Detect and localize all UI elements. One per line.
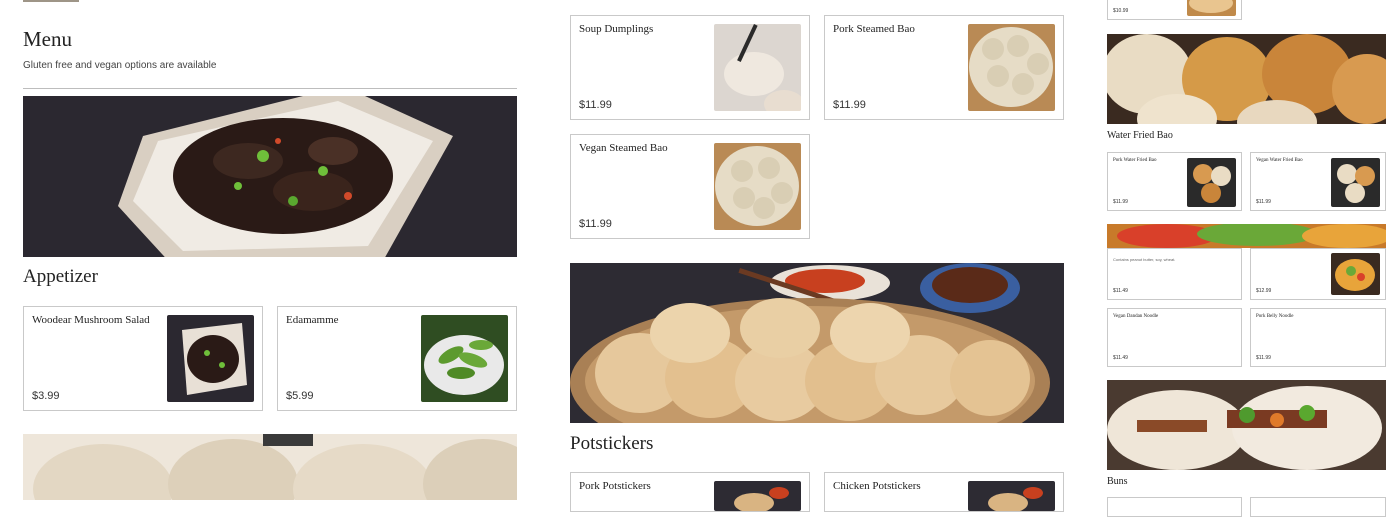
bao-photo bbox=[968, 24, 1055, 111]
dumpling-photo bbox=[714, 24, 801, 111]
menu-item-chicken-potstickers[interactable]: Chicken Potstickers bbox=[824, 472, 1064, 512]
item-name: Pork Potstickers bbox=[579, 480, 651, 492]
appetizer-hero-image bbox=[23, 96, 517, 257]
dumplings-hero-image bbox=[23, 434, 517, 500]
item-price: $12.99 bbox=[1256, 288, 1272, 294]
menu-item-pork-belly-noodle[interactable]: Pork Belly Noodle $11.99 bbox=[1250, 308, 1386, 367]
item-name: Soup Dumplings bbox=[579, 23, 654, 35]
top-accent-bar bbox=[23, 0, 79, 2]
bao-photo bbox=[714, 143, 801, 230]
item-name: Vegan Steamed Bao bbox=[579, 142, 668, 154]
menu-item-noodle-b[interactable]: $12.99 bbox=[1250, 248, 1386, 300]
item-price: $11.99 bbox=[833, 99, 866, 111]
item-price: $11.99 bbox=[1256, 355, 1271, 361]
section-title-buns: Buns bbox=[1107, 476, 1128, 487]
menu-item-pork-potstickers[interactable]: Pork Potstickers bbox=[570, 472, 810, 512]
menu-item-pork-water-fried-bao[interactable]: Pork Water Fried Bao $11.99 bbox=[1107, 152, 1242, 211]
dumpling-photo bbox=[1187, 0, 1236, 16]
menu-item-noodle-a[interactable]: Contains peanut butter, soy, wheat. $11.… bbox=[1107, 248, 1242, 300]
water-fried-bao-hero-image bbox=[1107, 34, 1386, 124]
menu-item-bun-1[interactable] bbox=[1107, 497, 1242, 517]
potsticker-photo bbox=[714, 481, 801, 511]
potsticker-photo bbox=[968, 481, 1055, 511]
item-price: $11.99 bbox=[579, 218, 612, 230]
section-title-water-fried-bao: Water Fried Bao bbox=[1107, 130, 1173, 141]
item-name: Woodear Mushroom Salad bbox=[32, 314, 150, 326]
item-price: $10.99 bbox=[1113, 8, 1129, 14]
item-name: Pork Belly Noodle bbox=[1256, 314, 1294, 319]
noodle-photo bbox=[1331, 253, 1380, 295]
item-note: Contains peanut butter, soy, wheat. bbox=[1113, 257, 1176, 262]
buns-hero-image bbox=[1107, 380, 1386, 470]
item-price: $5.99 bbox=[286, 390, 314, 402]
potstickers-hero-image bbox=[570, 263, 1064, 423]
item-name: Edamamme bbox=[286, 314, 339, 326]
menu-subtitle: Gluten free and vegan options are availa… bbox=[23, 60, 217, 71]
item-price: $11.99 bbox=[1256, 199, 1271, 205]
item-price: $11.49 bbox=[1113, 288, 1128, 294]
menu-item-vegan-water-fried-bao[interactable]: Vegan Water Fried Bao $11.99 bbox=[1250, 152, 1386, 211]
menu-item-bun-2[interactable] bbox=[1250, 497, 1386, 517]
mushroom-salad-photo bbox=[167, 315, 254, 402]
item-price: $11.99 bbox=[579, 99, 612, 111]
item-price: $3.99 bbox=[32, 390, 60, 402]
item-name: Pork Steamed Bao bbox=[833, 23, 915, 35]
menu-item-partial-top[interactable]: $10.99 bbox=[1107, 0, 1242, 20]
item-name: Vegan Dandan Noodle bbox=[1113, 314, 1159, 319]
menu-title: Menu bbox=[23, 27, 72, 51]
menu-item-pork-steamed-bao[interactable]: Pork Steamed Bao $11.99 bbox=[824, 15, 1064, 120]
menu-item-woodear-mushroom-salad[interactable]: Woodear Mushroom Salad $3.99 bbox=[23, 306, 263, 411]
item-name: Chicken Potstickers bbox=[833, 480, 921, 492]
menu-item-vegan-steamed-bao[interactable]: Vegan Steamed Bao $11.99 bbox=[570, 134, 810, 239]
noodle-hero-image bbox=[1107, 224, 1386, 248]
bao-photo bbox=[1187, 158, 1236, 207]
item-name: Vegan Water Fried Bao bbox=[1256, 158, 1303, 163]
edamame-photo bbox=[421, 315, 508, 402]
section-title-appetizer: Appetizer bbox=[23, 266, 98, 287]
menu-item-vegan-dandan-noodle[interactable]: Vegan Dandan Noodle $11.49 bbox=[1107, 308, 1242, 367]
menu-item-soup-dumplings[interactable]: Soup Dumplings $11.99 bbox=[570, 15, 810, 120]
item-price: $11.49 bbox=[1113, 355, 1128, 361]
item-price: $11.99 bbox=[1113, 199, 1128, 205]
bao-photo bbox=[1331, 158, 1380, 207]
menu-item-edamame[interactable]: Edamamme $5.99 bbox=[277, 306, 517, 411]
menu-divider bbox=[23, 88, 517, 89]
section-title-potstickers: Potstickers bbox=[570, 433, 654, 454]
item-name: Pork Water Fried Bao bbox=[1113, 158, 1157, 163]
